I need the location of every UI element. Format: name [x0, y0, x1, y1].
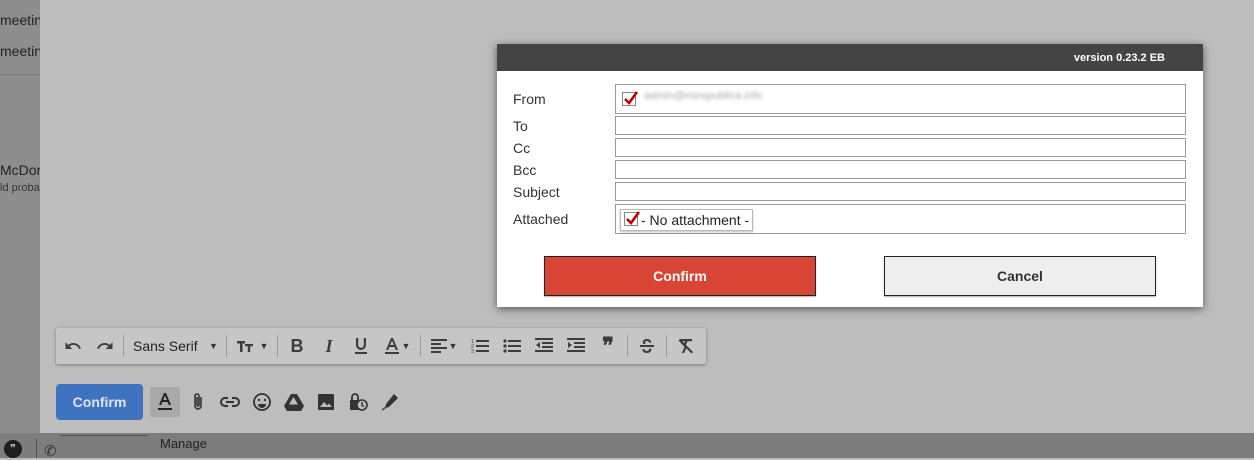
font-family-select[interactable]: Sans Serif ▼ [127, 328, 223, 364]
divider [0, 74, 40, 75]
cancel-button[interactable]: Cancel [884, 256, 1156, 296]
to-field[interactable] [615, 116, 1186, 135]
divider [60, 435, 148, 436]
bcc-field[interactable] [615, 160, 1186, 179]
attachment-option[interactable]: - No attachment - [620, 209, 754, 231]
bottom-bar: ❞ ✆ Manage [0, 433, 1254, 460]
insert-photo-icon[interactable] [310, 386, 342, 418]
indent-more-icon[interactable] [560, 328, 592, 364]
confirm-button[interactable]: Confirm [544, 256, 816, 296]
toolbar-divider [627, 335, 628, 357]
toolbar-divider [226, 335, 227, 357]
from-field[interactable]: admin@mirepublica.info [615, 84, 1186, 114]
toolbar-divider [277, 335, 278, 357]
list-item: ld proba [0, 182, 40, 194]
remove-formatting-icon[interactable] [670, 328, 702, 364]
chevron-down-icon: ▼ [259, 341, 269, 351]
text-color-icon[interactable]: ▼ [377, 328, 417, 364]
from-checkbox[interactable] [622, 91, 639, 106]
compose-actions [150, 385, 406, 419]
redo-icon[interactable] [90, 328, 120, 364]
align-icon[interactable]: ▼ [424, 328, 464, 364]
emoji-icon[interactable] [246, 386, 278, 418]
dialog-header: version 0.23.2 EB [497, 44, 1203, 71]
insert-link-icon[interactable] [214, 386, 246, 418]
list-item: McDon [0, 162, 40, 178]
numbered-list-icon[interactable]: 123 [464, 328, 496, 364]
attached-field: - No attachment - [615, 204, 1186, 234]
font-size-icon[interactable]: ▼ [230, 328, 274, 364]
hangouts-icon[interactable]: ❞ [4, 440, 22, 458]
list-item: meetin [0, 43, 40, 59]
bold-icon[interactable]: B [281, 328, 313, 364]
toolbar-divider [420, 335, 421, 357]
attached-label: Attached [513, 211, 569, 227]
divider [36, 438, 37, 458]
strikethrough-icon[interactable] [631, 328, 663, 364]
underline-icon[interactable] [345, 328, 377, 364]
attach-file-icon[interactable] [182, 386, 214, 418]
drive-icon[interactable] [278, 386, 310, 418]
subject-label: Subject [513, 184, 560, 200]
from-email: admin@mirepublica.info [644, 90, 763, 102]
subject-field[interactable] [615, 182, 1186, 201]
attachment-checkbox[interactable] [624, 211, 641, 226]
phone-icon[interactable]: ✆ [44, 442, 57, 460]
svg-text:3: 3 [471, 349, 474, 354]
checkmark-icon [626, 211, 641, 225]
list-item: meetin [0, 12, 40, 28]
formatting-options-icon[interactable] [150, 387, 180, 417]
font-family-label: Sans Serif [133, 338, 198, 354]
send-confirmation-dialog: version 0.23.2 EB From admin@mirepublica… [497, 44, 1203, 307]
undo-icon[interactable] [56, 328, 90, 364]
indent-less-icon[interactable] [528, 328, 560, 364]
manage-link[interactable]: Manage [160, 436, 207, 451]
bcc-label: Bcc [513, 162, 537, 178]
send-button[interactable]: Confirm [56, 384, 143, 420]
bulleted-list-icon[interactable] [496, 328, 528, 364]
toolbar-divider [666, 335, 667, 357]
chevron-down-icon: ▼ [448, 341, 458, 351]
background-email-list: meetin meetin McDon ld proba [0, 0, 40, 433]
signature-pen-icon[interactable] [374, 386, 406, 418]
checkmark-icon [624, 91, 639, 105]
italic-icon[interactable]: I [313, 328, 345, 364]
cc-label: Cc [513, 140, 531, 156]
toolbar-divider [123, 335, 124, 357]
from-label: From [513, 91, 546, 107]
cc-field[interactable] [615, 138, 1186, 157]
attachment-label: - No attachment - [641, 212, 750, 228]
formatting-toolbar: Sans Serif ▼ ▼ B I ▼ ▼ 123 ❞ [56, 328, 706, 364]
chevron-down-icon: ▼ [209, 341, 218, 351]
version-label: version 0.23.2 EB [1073, 51, 1165, 64]
to-label: To [513, 118, 528, 134]
chevron-down-icon: ▼ [401, 341, 411, 351]
confidential-mode-icon[interactable] [342, 386, 374, 418]
quote-icon[interactable]: ❞ [592, 328, 624, 364]
